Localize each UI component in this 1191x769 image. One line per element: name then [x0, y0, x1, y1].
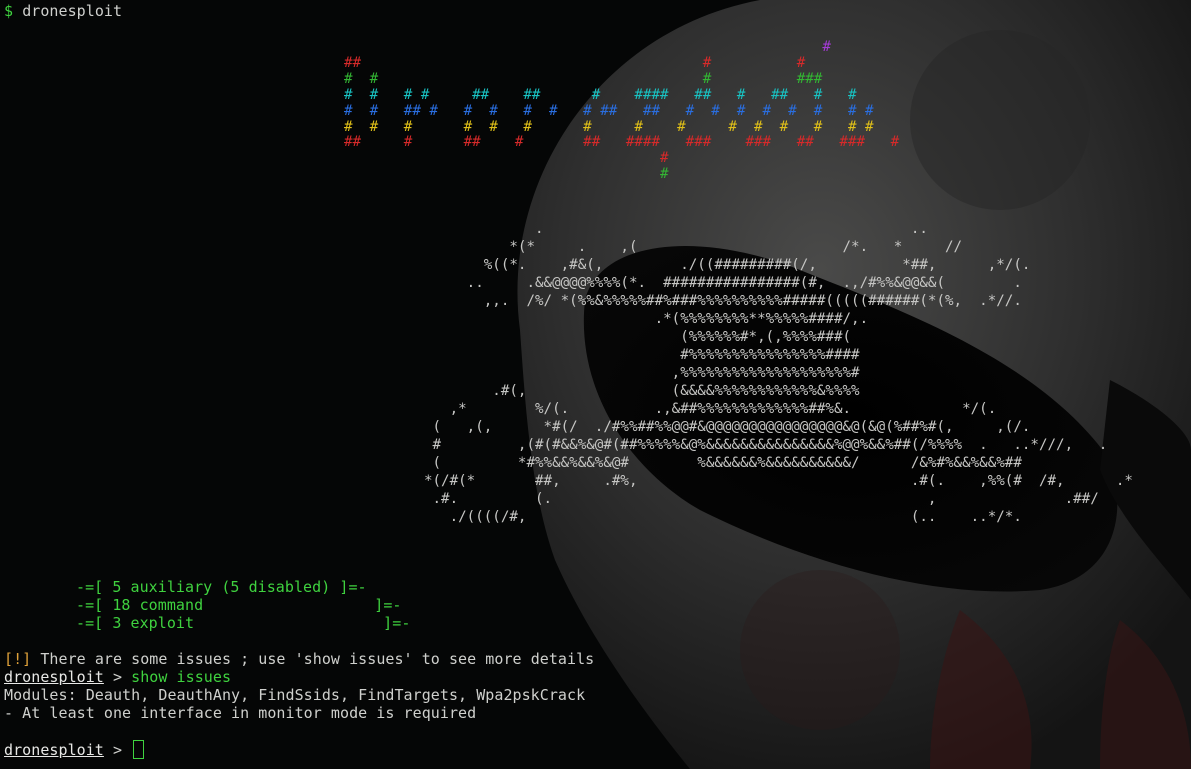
module-prefix: -=[: [76, 578, 113, 596]
module-count-exploit: -=[ 3 exploit ]=-: [76, 614, 410, 632]
art-line: ,,. /%/ *(%%&%%%%%##%###%%%%%%%%%%#####(…: [330, 293, 1022, 309]
module-name: command: [139, 596, 204, 614]
banner-row: # # # ###: [344, 70, 823, 87]
module-count: 18: [112, 596, 131, 614]
shell-command-line: $ dronesploit: [4, 2, 122, 20]
banner-row: #: [344, 150, 669, 167]
art-line: #%%%%%%%%%%%%%%%%####: [330, 347, 860, 363]
module-suffix: ]=-: [374, 614, 411, 632]
warning-text: There are some issues ; use 'show issues…: [31, 650, 595, 668]
banner-row: # # ## # # # # # # ## ## # # # # # # # #: [344, 102, 874, 119]
art-line: *(* . ,( /*. * //: [330, 239, 963, 255]
module-name: exploit: [130, 614, 195, 632]
art-line: .*(%%%%%%%%**%%%%%####/,.: [330, 311, 869, 327]
active-prompt-line[interactable]: dronesploit >: [4, 740, 145, 759]
art-line: . ..: [330, 221, 928, 237]
issues-requirement-line: - At least one interface in monitor mode…: [4, 704, 477, 722]
art-line: # ,(#(#&&%&@#(##%%%%%&@%&&&&&&&&&&&&&&&%…: [330, 437, 1108, 453]
art-line: ( ,(, *#(/ ./#%%##%%@@#&@@@@@@@@@@@@@@@@…: [330, 419, 1031, 435]
prompt-name: dronesploit: [4, 668, 104, 686]
art-line: %((*. ,#&(, ./((#########(/, *##, ,*/(.: [330, 257, 1031, 273]
module-count-auxiliary: -=[ 5 auxiliary (5 disabled) ]=-: [76, 578, 367, 596]
skull-ascii-art: . .. *(* . ,( /*. * // %((*. ,#&(, ./((#…: [330, 220, 1133, 526]
warning-tag: [!]: [4, 650, 32, 668]
prompt-line-show-issues: dronesploit > show issues: [4, 668, 231, 686]
art-line: .#. (. , .##/: [330, 491, 1099, 507]
terminal-cursor[interactable]: [133, 740, 145, 759]
banner-row: ## # ## # ## #### ### ### ## ### #: [344, 134, 900, 151]
prompt-separator: >: [103, 741, 132, 759]
art-line: ,* %/(. .,&##%%%%%%%%%%%%%##%&. */(.: [330, 401, 997, 417]
art-line: *(/#(* ##, .#%, .#(. ,%%(# /#, .*: [330, 473, 1133, 489]
art-line: .#(, (&&&&%%%%%%%%%%%%&%%%%: [330, 383, 860, 399]
banner-row: # # # # ## ## # #### ## # ## # #: [344, 86, 857, 103]
module-prefix: -=[: [76, 596, 113, 614]
banner-row: # # # # # # # # # # # # # # #: [344, 118, 874, 135]
art-line: ( *#%%&&%&&%&@# %&&&&&&%&&&&&&&&&&/ /&%#…: [330, 455, 1022, 471]
module-name: auxiliary (5 disabled): [130, 578, 331, 596]
art-line: ,%%%%%%%%%%%%%%%%%%%%#: [330, 365, 860, 381]
shell-command: dronesploit: [22, 2, 123, 20]
banner-row: #: [344, 39, 831, 55]
entered-command: show issues: [131, 668, 232, 686]
prompt-name: dronesploit: [4, 741, 104, 759]
issues-warning-line: [!] There are some issues ; use 'show is…: [4, 650, 594, 668]
banner-row: #: [344, 166, 669, 183]
issues-modules-line: Modules: Deauth, DeauthAny, FindSsids, F…: [4, 686, 586, 704]
art-line: ./((((/#, (.. ..*/*.: [330, 509, 1022, 525]
shell-dollar: $: [4, 2, 14, 20]
module-suffix: ]=-: [365, 596, 402, 614]
terminal-window[interactable]: $ dronesploit # ## # # # # # ### # # # #: [0, 0, 1191, 769]
module-count: 5: [112, 578, 122, 596]
prompt-separator: >: [103, 668, 132, 686]
module-prefix: -=[: [76, 614, 113, 632]
dronesploit-banner: # ## # # # # # ### # # # # ## ## # #### …: [344, 39, 900, 183]
art-line: .. .&&@@@@%%%%(*. ################(#, .,…: [330, 275, 1022, 291]
module-count-command: -=[ 18 command ]=-: [76, 596, 402, 614]
banner-row: ## # #: [344, 54, 806, 71]
art-line: (%%%%%%#*,(,%%%%###(: [330, 329, 852, 345]
module-count: 3: [112, 614, 122, 632]
module-suffix: ]=-: [330, 578, 367, 596]
